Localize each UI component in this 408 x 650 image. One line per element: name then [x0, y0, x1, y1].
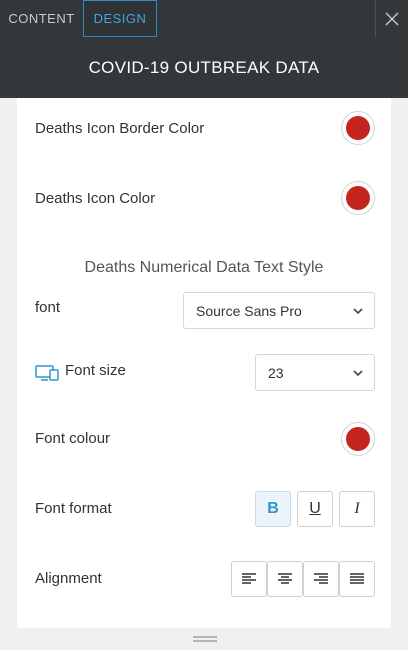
desktop-tablet-icon — [35, 365, 59, 381]
resize-handle[interactable] — [193, 636, 217, 644]
icon-color-label: Deaths Icon Color — [35, 190, 156, 207]
bold-icon: B — [267, 500, 279, 517]
close-icon — [385, 12, 399, 25]
chevron-down-icon — [353, 370, 363, 377]
close-button[interactable] — [375, 0, 408, 37]
color-dot — [346, 186, 370, 210]
underline-button[interactable]: U — [297, 491, 333, 527]
bold-button[interactable]: B — [255, 491, 291, 527]
color-dot — [346, 116, 370, 140]
font-colour-label: Font colour — [35, 430, 111, 447]
icon-border-color-swatch[interactable] — [341, 111, 375, 145]
font-size-label: Font size — [65, 362, 126, 379]
align-justify-icon — [350, 573, 364, 584]
align-center-button[interactable] — [267, 561, 303, 597]
align-left-icon — [242, 573, 256, 584]
handle-line — [193, 640, 217, 642]
align-left-button[interactable] — [231, 561, 267, 597]
font-select-value: Source Sans Pro — [196, 302, 302, 319]
handle-line — [193, 636, 217, 638]
chevron-down-icon — [353, 308, 363, 315]
font-size-select[interactable]: 23 — [255, 354, 375, 391]
alignment-label: Alignment — [35, 570, 102, 587]
section-title: Deaths Numerical Data Text Style — [84, 259, 324, 276]
font-format-label: Font format — [35, 500, 112, 517]
align-justify-button[interactable] — [339, 561, 375, 597]
align-center-icon — [278, 573, 292, 584]
font-colour-swatch[interactable] — [341, 422, 375, 456]
panel-header: COVID-19 OUTBREAK DATA — [0, 37, 408, 98]
tab-design[interactable]: DESIGN — [83, 0, 157, 37]
top-tab-bar: CONTENT DESIGN — [0, 0, 408, 37]
italic-icon: I — [354, 500, 360, 517]
font-size-value: 23 — [268, 364, 284, 381]
icon-border-color-label: Deaths Icon Border Color — [35, 120, 205, 137]
font-select[interactable]: Source Sans Pro — [183, 292, 375, 329]
tab-content[interactable]: CONTENT — [0, 0, 83, 37]
underline-icon: U — [309, 500, 321, 517]
italic-button[interactable]: I — [339, 491, 375, 527]
color-dot — [346, 427, 370, 451]
align-right-button[interactable] — [303, 561, 339, 597]
align-right-icon — [314, 573, 328, 584]
panel-title: COVID-19 OUTBREAK DATA — [88, 57, 320, 77]
icon-color-swatch[interactable] — [341, 181, 375, 215]
settings-panel: Deaths Icon Border Color Deaths Icon Col… — [17, 98, 391, 628]
font-label: font — [35, 299, 61, 316]
